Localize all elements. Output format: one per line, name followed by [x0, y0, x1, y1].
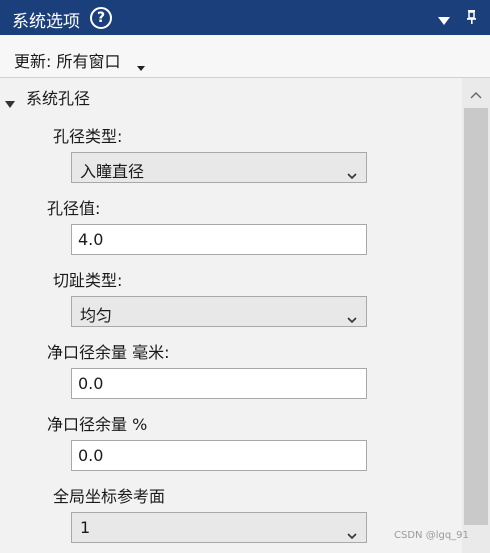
section-header-system-aperture[interactable]: 系统孔径 — [26, 85, 90, 109]
aperture-type-value: 入瞳直径 — [80, 162, 145, 181]
apodization-type-label: 切趾类型: — [53, 271, 123, 290]
apodization-type-select[interactable]: 均匀 — [71, 296, 367, 327]
pin-icon[interactable] — [465, 9, 479, 29]
update-bar: 更新: 所有窗口 — [0, 35, 490, 78]
panel-title: 系统选项 — [12, 12, 80, 32]
aperture-value-text: 4.0 — [78, 230, 104, 249]
clear-margin-mm-text: 0.0 — [78, 374, 104, 393]
collapse-caret-icon[interactable] — [5, 93, 15, 112]
chevron-down-icon — [347, 524, 357, 543]
title-bar: 系统选项 ? — [0, 0, 490, 35]
aperture-value-label: 孔径值: — [47, 199, 101, 218]
caret-down-icon[interactable] — [137, 56, 145, 75]
clear-margin-mm-input[interactable]: 0.0 — [71, 368, 367, 399]
clear-margin-pct-text: 0.0 — [78, 446, 104, 465]
clear-margin-pct-label: 净口径余量 % — [47, 415, 148, 434]
aperture-type-select[interactable]: 入瞳直径 — [71, 152, 367, 183]
chevron-down-icon — [347, 308, 357, 327]
dropdown-menu-icon[interactable] — [438, 11, 450, 30]
clear-margin-pct-input[interactable]: 0.0 — [71, 440, 367, 471]
update-dropdown[interactable]: 更新: 所有窗口 — [14, 48, 120, 72]
global-coord-ref-value: 1 — [80, 518, 91, 537]
chevron-down-icon — [347, 164, 357, 183]
help-icon[interactable]: ? — [90, 7, 112, 29]
aperture-type-label: 孔径类型: — [53, 127, 123, 146]
aperture-value-input[interactable]: 4.0 — [71, 224, 367, 255]
vertical-scrollbar[interactable] — [462, 78, 490, 553]
global-coord-ref-select[interactable]: 1 — [71, 512, 367, 543]
apodization-type-value: 均匀 — [80, 306, 113, 325]
scroll-up-icon[interactable] — [466, 84, 486, 102]
global-coord-ref-label: 全局坐标参考面 — [53, 487, 166, 506]
options-panel: 系统孔径 孔径类型: 入瞳直径 孔径值: 4.0 切趾类型: 均匀 净口径余量 … — [0, 78, 462, 553]
watermark: CSDN @lgq_91 — [394, 530, 469, 541]
clear-margin-mm-label: 净口径余量 毫米: — [47, 343, 170, 362]
scrollbar-thumb[interactable] — [464, 108, 488, 525]
